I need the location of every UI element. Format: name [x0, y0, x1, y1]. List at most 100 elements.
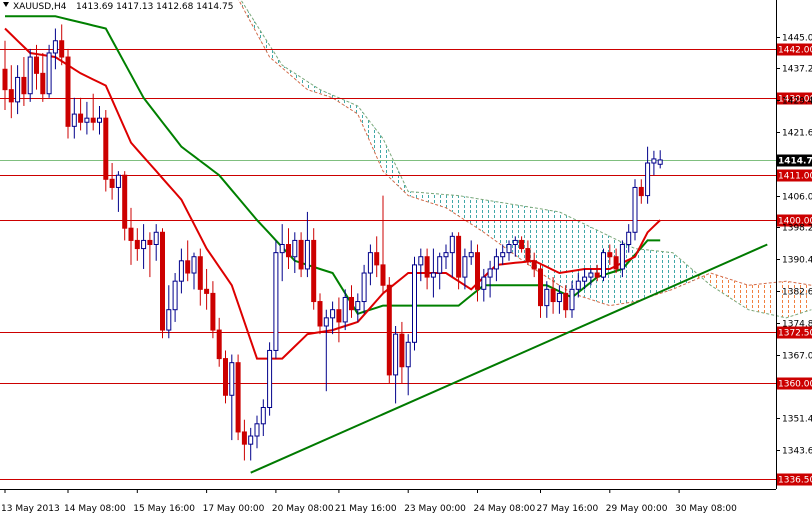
candle-body-bull: [166, 309, 172, 331]
candle-body-bear: [525, 248, 531, 262]
candle-body-bear: [638, 186, 644, 197]
level-label-1442.00: 1442.00: [778, 46, 812, 56]
candle-body-bull: [632, 186, 638, 233]
candle: [103, 110, 109, 192]
level-label-1411.00: 1411.00: [778, 172, 812, 182]
candle-body-bear: [185, 260, 191, 274]
candle-body-bear: [380, 264, 386, 286]
candle-body-bear: [21, 76, 27, 95]
candle: [65, 48, 71, 139]
candle-body-bull: [46, 52, 52, 95]
candle-body-bear: [386, 284, 392, 376]
candle-body-bear: [519, 239, 525, 250]
candle: [632, 179, 638, 241]
candle-body-bear: [235, 362, 241, 433]
y-tick-label: 1445.00: [782, 34, 812, 44]
candle: [223, 350, 228, 404]
x-tick-label: 24 May 08:00: [474, 504, 536, 514]
candle-body-bull: [141, 239, 147, 250]
candle: [160, 228, 165, 339]
candle: [27, 48, 33, 102]
candle-body-bull: [342, 296, 348, 323]
level-label-1360.00: 1360.00: [778, 380, 812, 390]
candle: [601, 248, 606, 282]
x-tick-label: 29 May 00:00: [606, 504, 668, 514]
candle-body-bear: [223, 358, 228, 396]
candle-body-bull: [393, 333, 399, 376]
candle-body-bull: [569, 288, 575, 311]
candle-body-bull: [279, 244, 285, 254]
level-label-1336.50: 1336.50: [778, 476, 812, 486]
candle-body-bear: [134, 239, 140, 250]
candle-body-bear: [538, 268, 543, 307]
candle-body-bull: [273, 252, 279, 351]
candle-body-bear: [311, 239, 317, 303]
y-tick-label: 1429.40: [782, 97, 812, 107]
candle-body-bear: [374, 252, 380, 266]
candle-body-bull: [412, 264, 417, 343]
candle-body-bull: [178, 260, 184, 282]
candle-body-bull: [292, 239, 298, 258]
candle-body-bear: [336, 309, 342, 323]
candle-body-bear: [160, 231, 165, 331]
candle-body-bear: [456, 235, 462, 278]
candle-body-bull: [430, 272, 436, 278]
x-tick-label: 30 May 08:00: [675, 504, 737, 514]
candle-body-bear: [317, 301, 323, 327]
candle-body-bull: [27, 56, 33, 95]
candle-body-bull: [462, 256, 468, 278]
candle-body-bull: [229, 362, 235, 396]
candle-body-bull: [493, 256, 499, 270]
candle-body-bear: [2, 68, 8, 91]
candle: [267, 342, 273, 416]
y-tick-label: 1382.60: [782, 288, 812, 298]
candle-body-bear: [109, 178, 115, 188]
candle-body-bear: [563, 292, 569, 311]
x-tick-label: 17 May 00:00: [203, 504, 265, 514]
xauusd-h4-chart: 1442.001430.001411.001400.001372.501360.…: [0, 0, 812, 516]
candle-body-bear: [103, 117, 109, 180]
candle-body-bear: [216, 329, 222, 360]
candle-body-bull: [443, 252, 449, 258]
candle-body-bear: [34, 56, 39, 74]
candle-body-bear: [40, 72, 46, 95]
candle-body-bull: [582, 276, 588, 282]
candle-body-bull: [500, 252, 506, 258]
candle-body-bull: [544, 288, 550, 307]
candle-body-bear: [241, 431, 247, 445]
candle-body-bear: [8, 89, 14, 103]
candle-body-bear: [65, 56, 71, 127]
candle-body-bull: [468, 252, 474, 258]
candle-body-bear: [210, 292, 216, 331]
candle: [412, 256, 417, 351]
candle-body-bull: [267, 349, 273, 409]
candle-body-bull: [437, 256, 443, 274]
candle-body-bear: [550, 288, 556, 303]
candle-body-bull: [191, 256, 197, 274]
candle-body-bear: [286, 244, 291, 258]
candle-body-bull: [355, 301, 361, 311]
candle-body-bull: [153, 231, 159, 245]
candle-body-bear: [128, 227, 134, 241]
candle: [311, 228, 317, 310]
candle-body-bull: [260, 407, 266, 425]
candle-body-bear: [475, 252, 480, 290]
candle-body-bull: [172, 280, 178, 311]
y-tick-label: 1398.20: [782, 224, 812, 234]
candle-body-bull: [418, 256, 424, 266]
candle-body-bull: [84, 117, 90, 123]
candle-body-bull: [506, 244, 512, 254]
candle-body-bull: [645, 162, 651, 197]
candle-body-bull: [651, 158, 657, 164]
candle-body-bear: [204, 288, 210, 294]
candle-body-bull: [487, 268, 493, 278]
x-tick-label: 15 May 16:00: [133, 504, 195, 514]
candle-body-bear: [197, 256, 203, 290]
y-tick-label: 1374.80: [782, 320, 812, 330]
candle-body-bull: [248, 435, 254, 445]
candle: [46, 44, 52, 98]
candle-body-bull: [115, 174, 121, 188]
candle-body-bull: [254, 423, 260, 437]
x-tick-label: 23 May 00:00: [404, 504, 466, 514]
candle-body-bear: [424, 256, 430, 278]
